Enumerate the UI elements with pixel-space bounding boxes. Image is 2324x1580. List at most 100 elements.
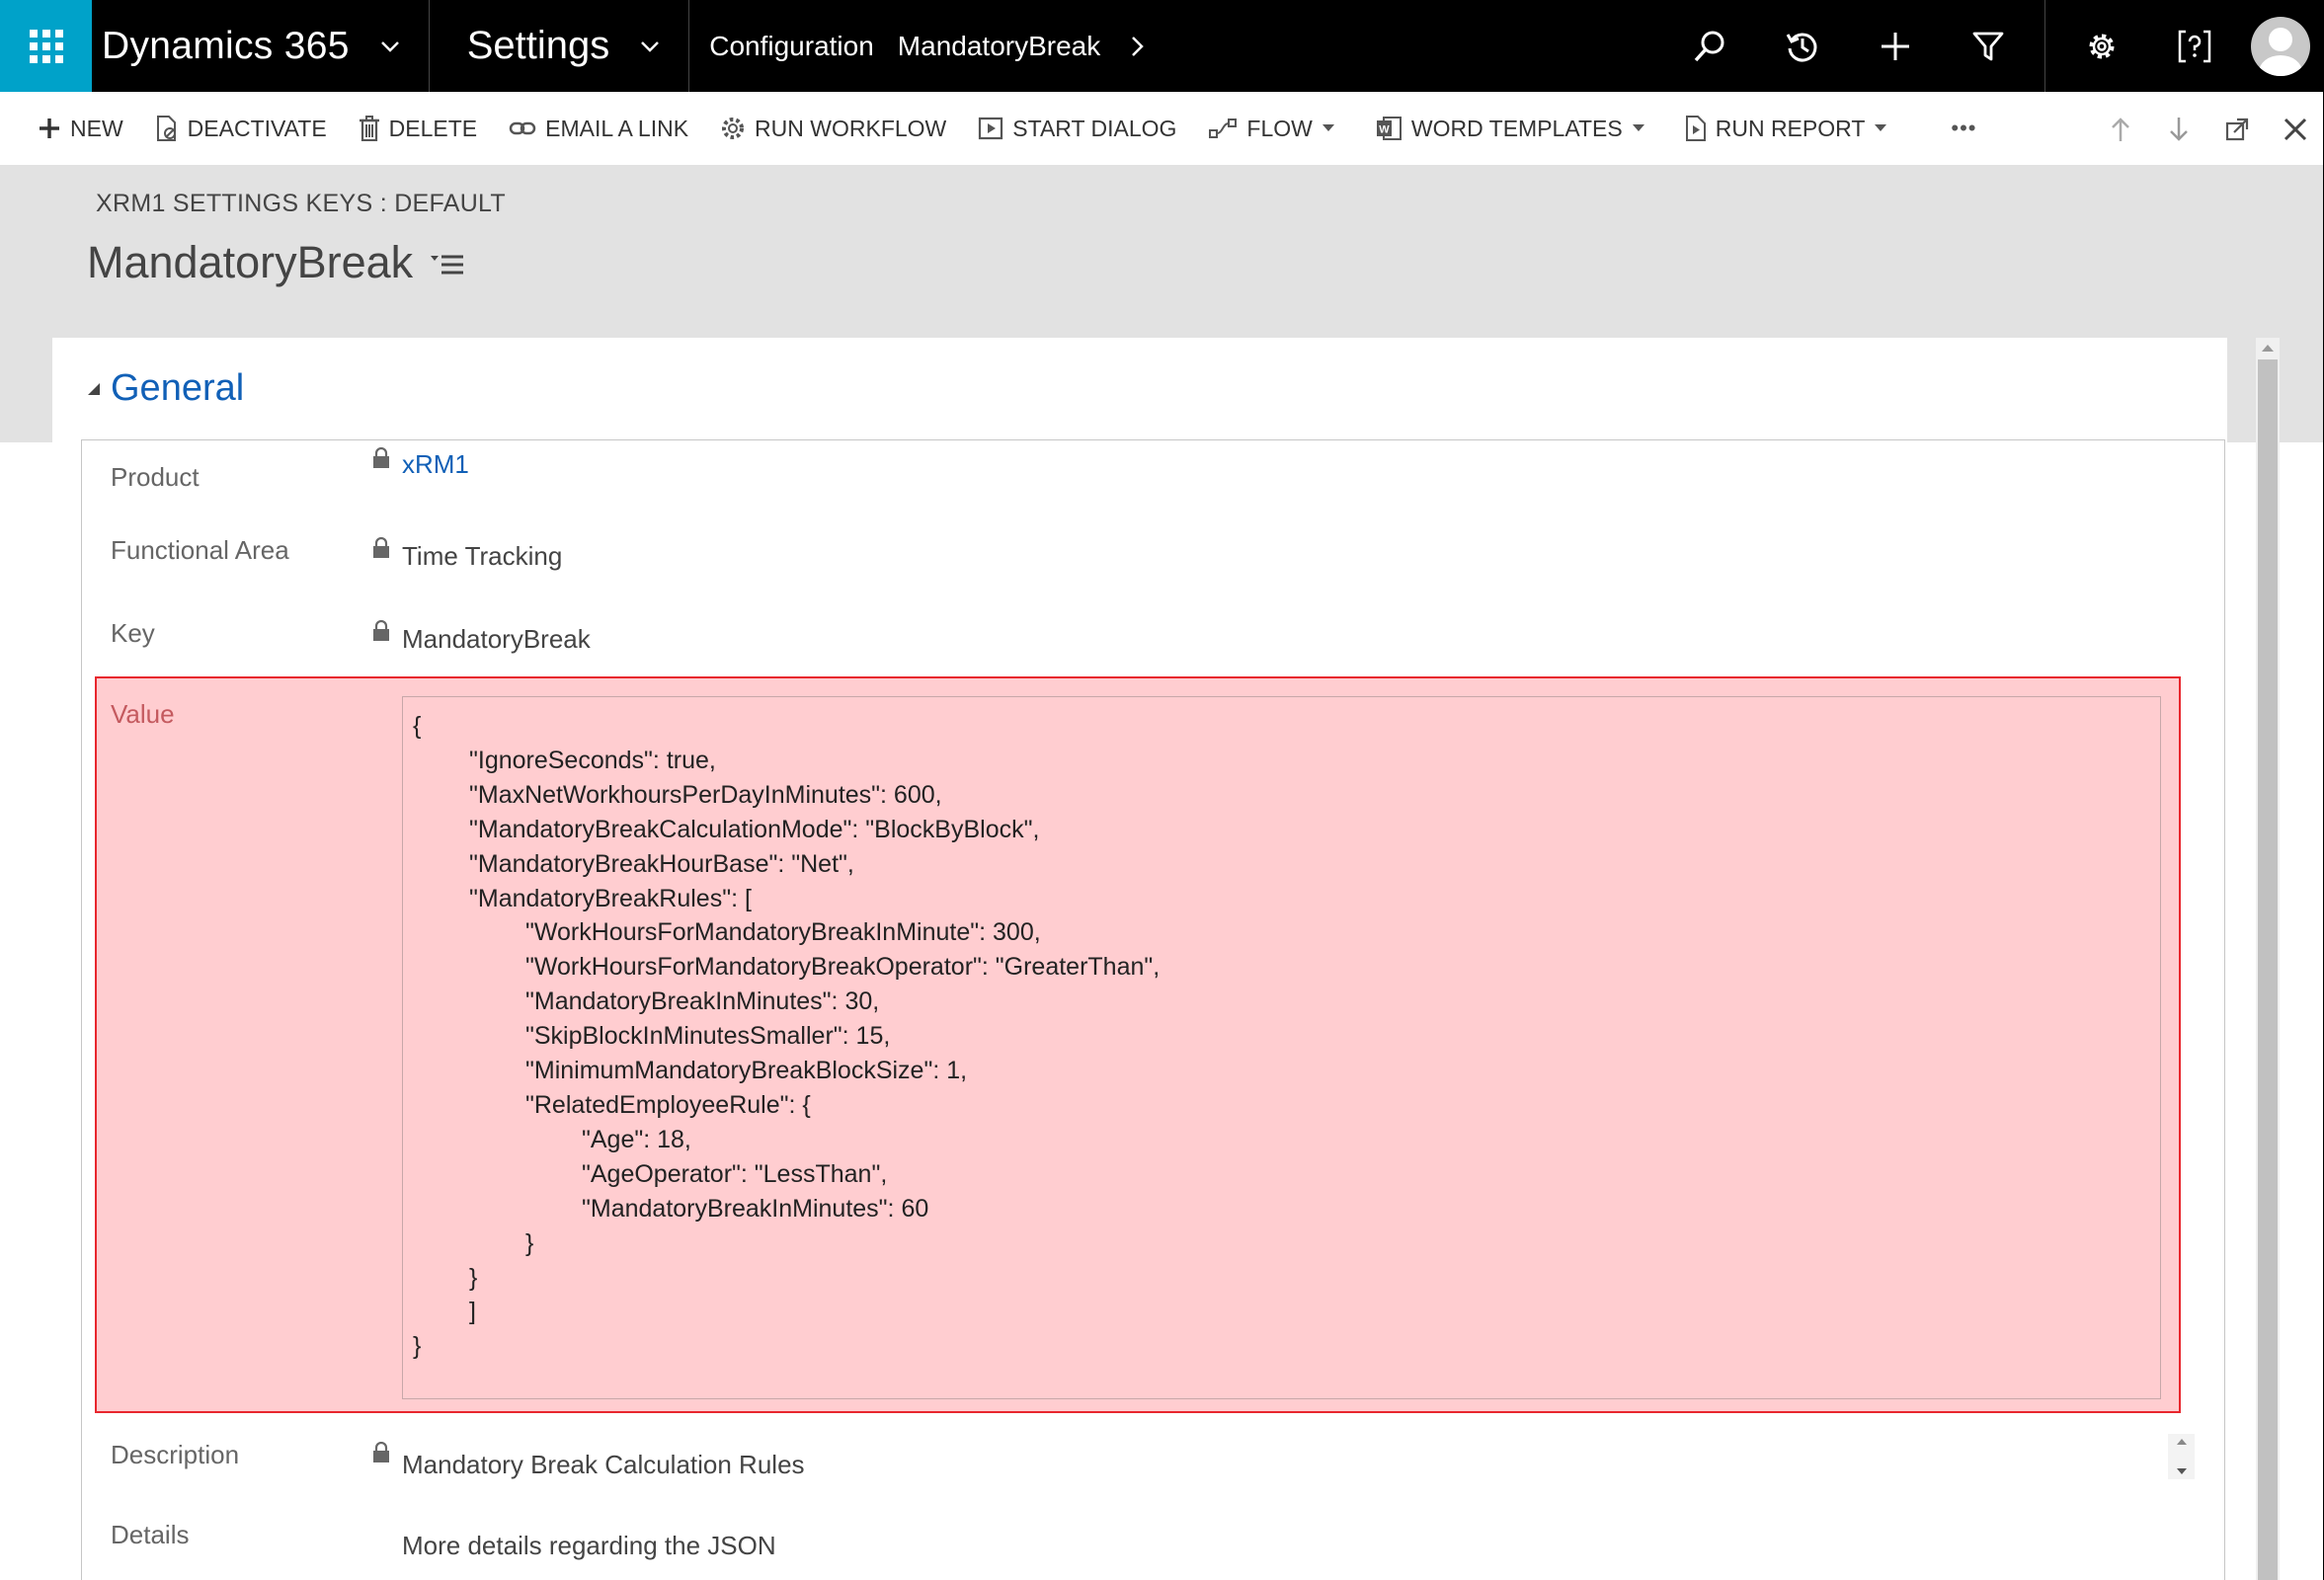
- link-icon: [509, 121, 536, 135]
- scroll-down-icon: [2176, 1468, 2187, 1474]
- advanced-find-button[interactable]: [1942, 0, 2035, 92]
- pop-out-icon: [2225, 118, 2248, 140]
- breadcrumb: Configuration MandatoryBreak: [689, 0, 1145, 92]
- top-nav-bar: Dynamics 365 Settings Configuration Mand…: [0, 0, 2324, 92]
- area-title: Settings: [466, 24, 610, 67]
- product-value-link[interactable]: xRM1: [402, 449, 469, 480]
- chevron-right-icon[interactable]: [1130, 36, 1145, 57]
- value-label: Value: [111, 699, 175, 729]
- word-templates-label: WORD TEMPLATES: [1410, 115, 1623, 141]
- product-label: Product: [111, 462, 200, 492]
- top-icons: [1663, 0, 2324, 92]
- description-value[interactable]: Mandatory Break Calculation Rules: [402, 1450, 805, 1480]
- help-button[interactable]: [2148, 0, 2241, 92]
- close-icon: [2284, 118, 2306, 140]
- lock-icon: [373, 620, 389, 641]
- filter-icon: [1972, 32, 2004, 60]
- lock-icon: [373, 1442, 389, 1462]
- help-icon: [2178, 30, 2211, 62]
- flow-button[interactable]: FLOW: [1192, 92, 1358, 166]
- close-button[interactable]: [2266, 92, 2324, 166]
- more-icon: •••: [1951, 116, 1977, 140]
- recent-button[interactable]: [1756, 0, 1849, 92]
- create-button[interactable]: [1849, 0, 1942, 92]
- run-report-label: RUN REPORT: [1715, 115, 1866, 141]
- breadcrumb-configuration[interactable]: Configuration: [709, 31, 874, 62]
- description-scrollbar[interactable]: [2168, 1434, 2195, 1479]
- app-launcher-button[interactable]: [0, 0, 92, 92]
- history-icon: [1786, 33, 1817, 61]
- caret-down-icon: [1632, 124, 1644, 131]
- previous-record-button[interactable]: [2091, 92, 2149, 166]
- command-bar: NEW DEACTIVATE DELETE EMAIL A LINK RUN W…: [0, 92, 2324, 166]
- details-label: Details: [111, 1520, 190, 1549]
- search-button[interactable]: [1663, 0, 1756, 92]
- plus-icon: [1882, 32, 1909, 60]
- run-workflow-button[interactable]: RUN WORKFLOW: [704, 92, 962, 166]
- start-dialog-label: START DIALOG: [1012, 115, 1177, 141]
- arrow-up-icon: [2111, 117, 2129, 141]
- report-icon: [1685, 116, 1706, 141]
- gear-icon: [2089, 34, 2115, 58]
- section-header[interactable]: General: [87, 367, 244, 410]
- arrow-down-icon: [2169, 117, 2188, 141]
- app-switcher[interactable]: Dynamics 365: [92, 0, 430, 92]
- pop-out-button[interactable]: [2207, 92, 2266, 166]
- record-title: MandatoryBreak: [87, 237, 464, 288]
- dialog-play-icon: [979, 117, 1003, 140]
- settings-button[interactable]: [2055, 0, 2148, 92]
- value-json-text: { "IgnoreSeconds": true, "MaxNetWorkhour…: [413, 712, 1161, 1361]
- entity-label: XRM1 SETTINGS KEYS : DEFAULT: [96, 190, 506, 217]
- svg-text:W: W: [1379, 124, 1390, 136]
- functional-area-value[interactable]: Time Tracking: [402, 541, 562, 572]
- breadcrumb-record[interactable]: MandatoryBreak: [898, 31, 1100, 62]
- details-value[interactable]: More details regarding the JSON: [402, 1531, 776, 1561]
- functional-area-label: Functional Area: [111, 535, 289, 565]
- email-link-label: EMAIL A LINK: [545, 115, 689, 141]
- app-title: Dynamics 365: [102, 24, 350, 67]
- scroll-up-icon[interactable]: [2262, 344, 2274, 352]
- search-icon: [1694, 31, 1724, 61]
- deactivate-icon: [156, 116, 176, 141]
- email-link-button[interactable]: EMAIL A LINK: [493, 92, 704, 166]
- scroll-up-icon: [2176, 1439, 2187, 1445]
- record-navigation: [2091, 92, 2324, 166]
- lock-icon: [373, 447, 389, 468]
- caret-down-icon: [1322, 124, 1334, 131]
- chevron-down-icon: [639, 36, 661, 57]
- app-launcher-icon: [29, 29, 63, 63]
- word-templates-button[interactable]: W WORD TEMPLATES: [1359, 92, 1669, 166]
- deactivate-button[interactable]: DEACTIVATE: [139, 92, 343, 166]
- next-record-button[interactable]: [2149, 92, 2207, 166]
- page-scrollbar-thumb[interactable]: [2258, 359, 2278, 1580]
- user-avatar-icon[interactable]: [2251, 16, 2310, 76]
- deactivate-label: DEACTIVATE: [187, 115, 327, 141]
- key-value[interactable]: MandatoryBreak: [402, 624, 591, 655]
- value-textarea[interactable]: { "IgnoreSeconds": true, "MaxNetWorkhour…: [402, 696, 2161, 1399]
- caret-down-icon: [1875, 124, 1887, 131]
- collapse-triangle-icon: [88, 382, 100, 395]
- chevron-down-icon: [379, 36, 401, 57]
- delete-label: DELETE: [388, 115, 478, 141]
- run-workflow-label: RUN WORKFLOW: [755, 115, 947, 141]
- plus-icon: [40, 118, 59, 138]
- delete-button[interactable]: DELETE: [343, 92, 493, 166]
- record-title-text: MandatoryBreak: [87, 237, 414, 287]
- word-icon: W: [1376, 117, 1402, 140]
- flow-label: FLOW: [1246, 115, 1313, 141]
- run-report-button[interactable]: RUN REPORT: [1669, 92, 1912, 166]
- key-label: Key: [111, 618, 155, 648]
- new-label: NEW: [70, 115, 123, 141]
- section-title: General: [111, 367, 245, 409]
- more-commands-button[interactable]: •••: [1911, 92, 1992, 166]
- workflow-icon: [722, 118, 745, 139]
- description-label: Description: [111, 1440, 240, 1469]
- new-button[interactable]: NEW: [22, 92, 139, 166]
- area-switcher[interactable]: Settings: [430, 0, 690, 92]
- flow-icon: [1209, 118, 1238, 138]
- lock-icon: [373, 537, 389, 558]
- start-dialog-button[interactable]: START DIALOG: [962, 92, 1192, 166]
- nav-divider: [2044, 0, 2045, 92]
- form-selector-icon[interactable]: [431, 237, 464, 288]
- trash-icon: [359, 116, 379, 141]
